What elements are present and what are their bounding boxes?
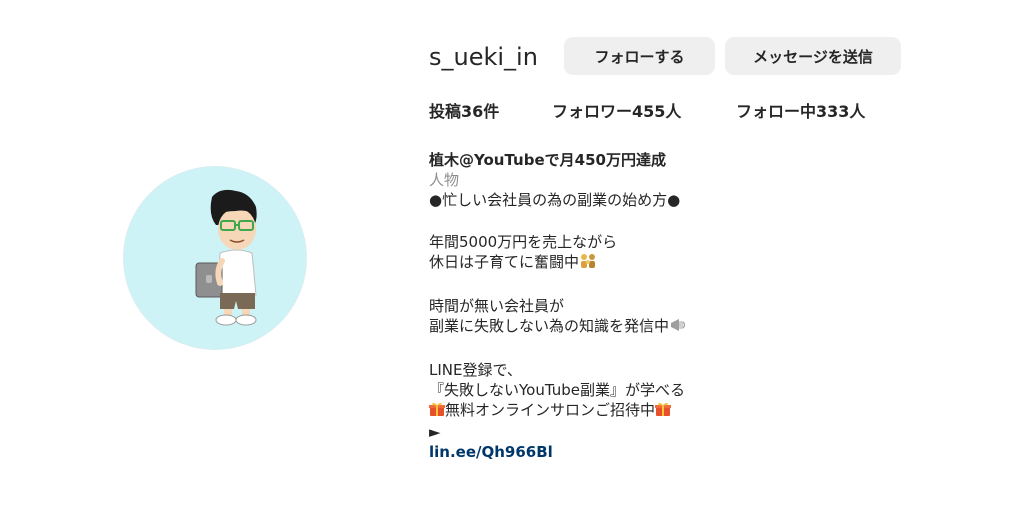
bio-line-with-emoji: 無料オンラインサロンご招待中 bbox=[429, 400, 989, 422]
bio-display-name: 植木@YouTubeで月450万円達成 bbox=[429, 151, 666, 169]
bio-link[interactable]: lin.ee/Qh966Bl bbox=[429, 442, 989, 462]
profile-page: s_ueki_in フォローする メッセージを送信 投稿36件 フォロワー455… bbox=[0, 0, 1024, 532]
bio-category: 人物 bbox=[429, 171, 460, 189]
posts-count: 投稿36件 bbox=[429, 102, 500, 121]
bio-spacer bbox=[429, 338, 989, 360]
profile-username: s_ueki_in bbox=[429, 43, 538, 71]
profile-bio: 植木@YouTubeで月450万円達成 人物 ●忙しい会社員の為の副業の始め方●… bbox=[429, 150, 989, 462]
bio-line: LINE登録で、 bbox=[429, 361, 522, 379]
bio-line: 時間が無い会社員が bbox=[429, 297, 565, 315]
bio-spacer bbox=[429, 274, 989, 296]
bio-line: 年間5000万円を売上ながら bbox=[429, 233, 618, 251]
play-arrow-icon: ► bbox=[429, 423, 441, 441]
bio-line-text: 休日は子育てに奮闘中 bbox=[429, 253, 580, 271]
send-message-button[interactable]: メッセージを送信 bbox=[725, 37, 901, 75]
family-emoji-icon bbox=[579, 253, 597, 274]
gift-emoji-icon bbox=[429, 401, 445, 422]
bio-line-with-emoji: 休日は子育てに奮闘中 bbox=[429, 252, 989, 274]
follow-button[interactable]: フォローする bbox=[564, 37, 715, 75]
following-count[interactable]: フォロー中333人 bbox=[736, 102, 865, 122]
gift-emoji-icon bbox=[655, 401, 672, 422]
megaphone-emoji-icon bbox=[669, 317, 687, 338]
avatar[interactable] bbox=[123, 166, 307, 350]
bio-line-text: 副業に失敗しない為の知識を発信中 bbox=[429, 317, 670, 335]
bio-line: 『失敗しないYouTube副業』が学べる bbox=[429, 381, 685, 399]
followers-count[interactable]: フォロワー455人 bbox=[552, 102, 681, 122]
avatar-illustration bbox=[195, 189, 257, 326]
bio-spacer bbox=[429, 210, 989, 232]
bio-line: ●忙しい会社員の為の副業の始め方● bbox=[429, 191, 681, 209]
bio-line-text: 無料オンラインサロンご招待中 bbox=[445, 401, 656, 419]
bio-line-with-emoji: 副業に失敗しない為の知識を発信中 bbox=[429, 316, 989, 338]
